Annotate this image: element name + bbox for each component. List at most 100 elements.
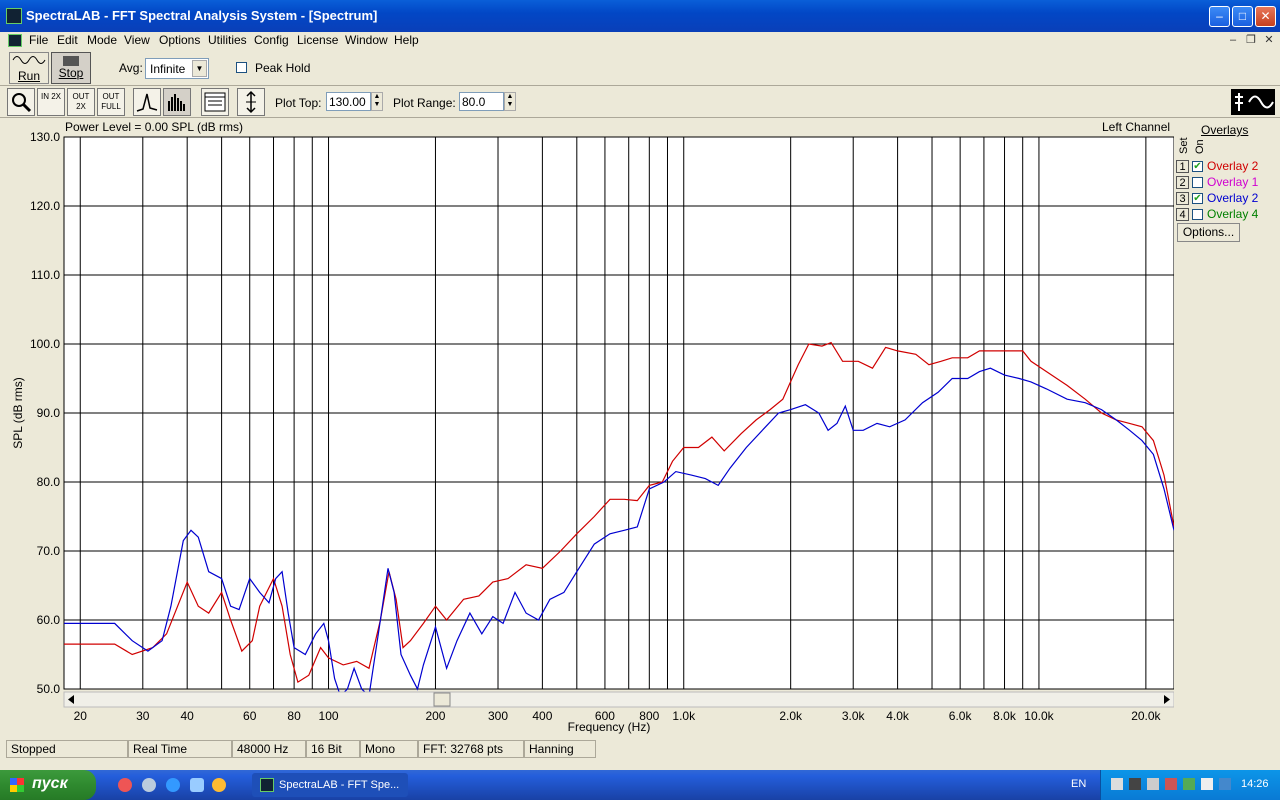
language-indicator[interactable]: EN: [1071, 778, 1086, 790]
overlay-on-checkbox[interactable]: [1192, 209, 1203, 221]
menu-edit[interactable]: Edit: [57, 33, 78, 47]
media-player-icon[interactable]: [142, 778, 156, 792]
x-tick-label: 3.0k: [842, 709, 866, 723]
menu-help[interactable]: Help: [394, 33, 419, 47]
overlay-on-checkbox[interactable]: [1192, 177, 1203, 189]
overlay-on-checkbox[interactable]: ✔: [1192, 161, 1203, 173]
x-tick-label: 300: [488, 709, 508, 723]
run-label: Run: [17, 69, 40, 83]
app-icon[interactable]: [6, 8, 22, 24]
status-fft: FFT: 32768 pts: [418, 740, 524, 758]
menu-window[interactable]: Window: [345, 33, 388, 47]
bar-spectrum-icon: [168, 94, 185, 111]
on-column-header: On: [1194, 139, 1206, 154]
menu-options[interactable]: Options: [159, 33, 200, 47]
plot-top-spinner[interactable]: ▲ ▼: [371, 92, 383, 111]
tray-icon[interactable]: [1219, 778, 1231, 790]
plot-range-spinner[interactable]: ▲ ▼: [504, 92, 516, 111]
overlay-set-button[interactable]: 3: [1176, 192, 1189, 205]
start-button[interactable]: пуск: [0, 770, 96, 800]
line-spectrum-icon: [136, 93, 158, 112]
tray-icon[interactable]: [1147, 778, 1159, 790]
bar-plot-button[interactable]: [163, 88, 191, 116]
auto-scale-button[interactable]: [237, 88, 265, 116]
run-button[interactable]: Run: [9, 52, 49, 84]
tray-icon[interactable]: [1201, 778, 1213, 790]
tray-icon[interactable]: [1183, 778, 1195, 790]
y-tick-label: 100.0: [30, 337, 60, 351]
menu-config[interactable]: Config: [254, 33, 289, 47]
zoom-in-2x-button[interactable]: IN 2X: [37, 88, 65, 116]
x-tick-label: 6.0k: [949, 709, 973, 723]
y-tick-label: 60.0: [37, 613, 61, 627]
tray-icon[interactable]: [1111, 778, 1123, 790]
overlay-set-button[interactable]: 2: [1176, 176, 1189, 189]
overlay-set-button[interactable]: 1: [1176, 160, 1189, 173]
zoom-out-2x-button[interactable]: OUT 2X: [67, 88, 95, 116]
overlays-panel: Overlays Set On 1 ✔ Overlay 2 2 Overlay 1 3 ✔ O…: [1176, 118, 1276, 248]
document-icon[interactable]: [8, 34, 22, 47]
plot-top-input[interactable]: [326, 92, 371, 111]
menu-utilities[interactable]: Utilities: [208, 33, 247, 47]
spectrum-chart[interactable]: 50.0 60.0 70.0 80.0 90.0 100.0 110.0 120.0 130.0…: [6, 118, 1174, 738]
stop-button[interactable]: Stop: [51, 52, 91, 84]
mdi-minimize-button[interactable]: ‒: [1226, 34, 1240, 47]
windows-logo-icon: [10, 778, 24, 792]
avg-value: Infinite: [150, 62, 186, 76]
x-tick-label: 60: [243, 709, 257, 723]
peak-hold-checkbox[interactable]: [236, 62, 247, 73]
overlay-row: 4 Overlay 4: [1176, 207, 1258, 221]
status-mode: Real Time: [128, 740, 232, 758]
plot-range-input[interactable]: [459, 92, 504, 111]
firefox-icon[interactable]: [118, 778, 132, 792]
taskbar-item-spectralab[interactable]: SpectraLAB - FFT Spe...: [252, 773, 408, 797]
stop-icon: [63, 56, 79, 66]
maximize-button[interactable]: □: [1232, 6, 1253, 27]
zoom-button[interactable]: [7, 88, 35, 116]
mdi-restore-button[interactable]: ❐: [1244, 34, 1258, 47]
quick-launch-icon[interactable]: [190, 778, 204, 792]
y-tick-label: 110.0: [31, 268, 60, 282]
status-state: Stopped: [6, 740, 128, 758]
x-tick-label: 1.0k: [672, 709, 696, 723]
logo-wave-icon: [1235, 93, 1274, 111]
overlay-row: 3 ✔ Overlay 2: [1176, 191, 1258, 205]
overlay-set-button[interactable]: 4: [1176, 208, 1189, 221]
x-tick-label: 400: [532, 709, 552, 723]
y-axis-label: SPL (dB rms): [11, 377, 25, 449]
minimize-button[interactable]: ‒: [1209, 6, 1230, 27]
vertical-scale-icon: [246, 90, 256, 114]
tray-icon[interactable]: [1165, 778, 1177, 790]
overlay-options-button[interactable]: Options...: [1177, 223, 1240, 242]
avg-select[interactable]: Infinite ▼: [145, 58, 209, 79]
chevron-down-icon[interactable]: ▼: [192, 60, 207, 77]
menu-view[interactable]: View: [124, 33, 150, 47]
clock: 14:26: [1241, 778, 1269, 790]
task-label: SpectraLAB - FFT Spe...: [279, 779, 400, 791]
plot-range-label: Plot Range:: [393, 96, 456, 110]
menu-bar: File Edit Mode View Options Utilities Co…: [0, 32, 1280, 50]
internet-explorer-icon[interactable]: [166, 778, 180, 792]
line-plot-button[interactable]: [133, 88, 161, 116]
menu-license[interactable]: License: [297, 33, 338, 47]
stop-label: Stop: [58, 66, 84, 80]
plot-settings-button[interactable]: [201, 88, 229, 116]
spectralab-logo: [1231, 89, 1275, 115]
y-tick-label: 50.0: [37, 682, 61, 696]
zoom-full-button[interactable]: OUT FULL: [97, 88, 125, 116]
scroll-thumb[interactable]: [433, 692, 451, 707]
peak-hold-label: Peak Hold: [255, 61, 311, 75]
overlay-on-checkbox[interactable]: ✔: [1192, 193, 1203, 205]
volume-icon[interactable]: [1129, 778, 1141, 790]
y-tick-label: 130.0: [30, 130, 60, 144]
menu-mode[interactable]: Mode: [87, 33, 117, 47]
menu-file[interactable]: File: [29, 33, 48, 47]
player-icon[interactable]: [212, 778, 226, 792]
plot-top-label: Plot Top:: [275, 96, 322, 110]
overlay-label: Overlay 2: [1207, 191, 1259, 205]
status-window: Hanning: [524, 740, 596, 758]
horizontal-scrollbar[interactable]: [63, 691, 1174, 708]
mdi-close-button[interactable]: ✕: [1262, 34, 1276, 47]
x-tick-label: 10.0k: [1024, 709, 1054, 723]
close-button[interactable]: ✕: [1255, 6, 1276, 27]
